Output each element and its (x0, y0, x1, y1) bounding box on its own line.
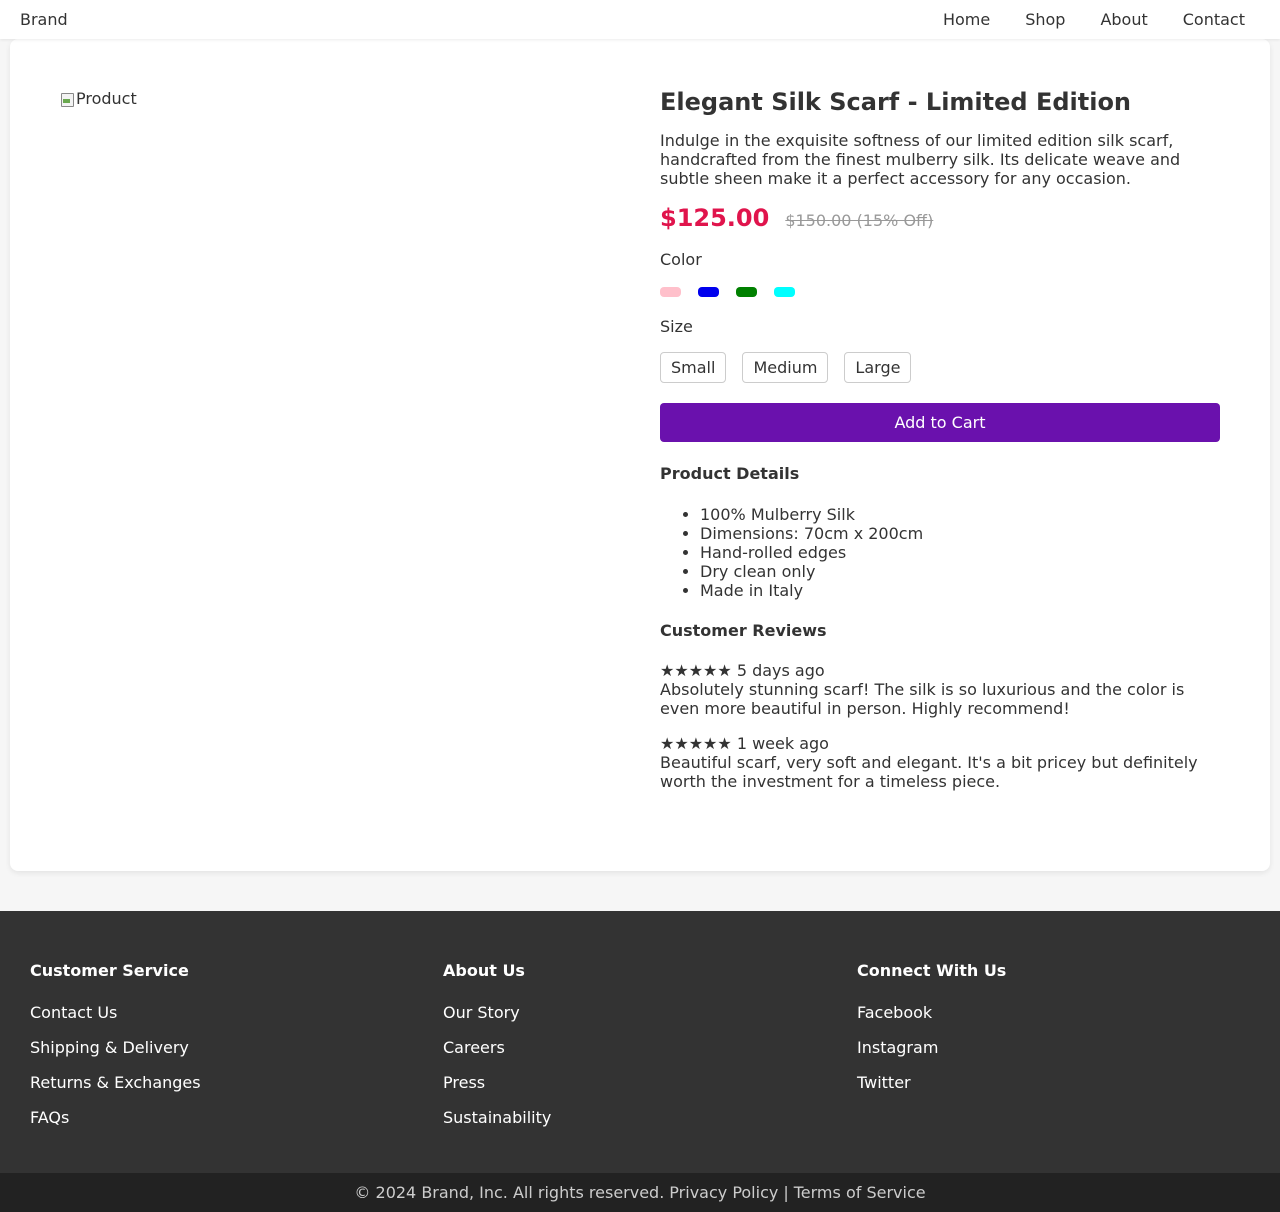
review-text: Absolutely stunning scarf! The silk is s… (660, 680, 1185, 718)
list-item: Hand-rolled edges (700, 543, 1220, 562)
star-rating-icon: ★★★★★ (660, 661, 732, 680)
review-meta: ★★★★★ 1 week ago (660, 734, 1220, 753)
product-image: Product (60, 89, 137, 108)
nav-link-shop[interactable]: Shop (1025, 10, 1065, 29)
list-item: Made in Italy (700, 581, 1220, 600)
color-swatch-pink[interactable] (660, 287, 681, 297)
nav-link-contact[interactable]: Contact (1183, 10, 1245, 29)
list-item: Dimensions: 70cm x 200cm (700, 524, 1220, 543)
footer-column-title: Connect With Us (857, 961, 1007, 980)
size-label: Size (660, 317, 693, 336)
list-item: Dry clean only (700, 562, 1220, 581)
review-meta: ★★★★★ 5 days ago (660, 661, 1220, 680)
product-details-list: 100% Mulberry Silk Dimensions: 70cm x 20… (660, 505, 1220, 600)
footer-separator: | (783, 1183, 789, 1202)
terms-of-service-link[interactable]: Terms of Service (794, 1183, 926, 1202)
broken-image-icon (60, 91, 74, 107)
footer-link-press[interactable]: Press (443, 1073, 551, 1092)
product-image-alt: Product (76, 89, 137, 108)
copyright-text: © 2024 Brand, Inc. All rights reserved. (354, 1183, 665, 1202)
current-price: $125.00 (660, 204, 770, 232)
product-details-heading: Product Details (660, 464, 800, 483)
nav-link-home[interactable]: Home (943, 10, 990, 29)
footer-link-shipping[interactable]: Shipping & Delivery (30, 1038, 201, 1057)
product-title: Elegant Silk Scarf - Limited Edition (660, 88, 1132, 116)
footer-column-customer-service: Customer Service Contact Us Shipping & D… (30, 961, 201, 1127)
footer-column-connect: Connect With Us Facebook Instagram Twitt… (857, 961, 1006, 1092)
footer-link-twitter[interactable]: Twitter (857, 1073, 1006, 1092)
size-large-button[interactable]: Large (844, 352, 912, 383)
site-footer: Customer Service Contact Us Shipping & D… (0, 911, 1280, 1173)
color-swatch-green[interactable] (736, 287, 757, 297)
size-small-button[interactable]: Small (660, 352, 727, 383)
size-medium-button[interactable]: Medium (742, 352, 829, 383)
list-item: 100% Mulberry Silk (700, 505, 1220, 524)
brand-logo[interactable]: Brand (20, 10, 68, 29)
review-item: ★★★★★ 1 week ago Beautiful scarf, very s… (660, 734, 1220, 791)
star-rating-icon: ★★★★★ (660, 734, 732, 753)
color-label: Color (660, 250, 702, 269)
review-date: 1 week ago (736, 734, 829, 753)
footer-column-title: About Us (443, 961, 525, 980)
footer-column-title: Customer Service (30, 961, 189, 980)
color-swatch-blue[interactable] (698, 287, 719, 297)
footer-link-our-story[interactable]: Our Story (443, 1003, 551, 1022)
customer-reviews-heading: Customer Reviews (660, 621, 827, 640)
footer-link-faqs[interactable]: FAQs (30, 1108, 201, 1127)
footer-link-careers[interactable]: Careers (443, 1038, 551, 1057)
top-navbar: Brand Home Shop About Contact (0, 0, 1280, 39)
size-options: Small Medium Large (660, 352, 1220, 383)
footer-link-facebook[interactable]: Facebook (857, 1003, 1006, 1022)
product-description: Indulge in the exquisite softness of our… (660, 131, 1181, 188)
privacy-policy-link[interactable]: Privacy Policy (669, 1183, 778, 1202)
footer-link-instagram[interactable]: Instagram (857, 1038, 1006, 1057)
nav-link-about[interactable]: About (1100, 10, 1147, 29)
product-info: Elegant Silk Scarf - Limited Edition Ind… (660, 87, 1220, 791)
footer-link-returns[interactable]: Returns & Exchanges (30, 1073, 201, 1092)
product-card: Product Elegant Silk Scarf - Limited Edi… (10, 39, 1270, 871)
footer-column-about-us: About Us Our Story Careers Press Sustain… (443, 961, 551, 1127)
review-item: ★★★★★ 5 days ago Absolutely stunning sca… (660, 661, 1220, 718)
price-row: $125.00 $150.00 (15% Off) (660, 204, 1220, 232)
color-swatch-cyan[interactable] (774, 287, 795, 297)
nav-links: Home Shop About Contact (943, 10, 1245, 29)
footer-bottom-bar: © 2024 Brand, Inc. All rights reserved. … (0, 1173, 1280, 1212)
add-to-cart-button[interactable]: Add to Cart (660, 403, 1220, 442)
review-text: Beautiful scarf, very soft and elegant. … (660, 753, 1198, 791)
color-swatches (660, 287, 1220, 297)
review-date: 5 days ago (736, 661, 825, 680)
original-price: $150.00 (15% Off) (785, 211, 934, 230)
footer-link-contact-us[interactable]: Contact Us (30, 1003, 201, 1022)
footer-link-sustainability[interactable]: Sustainability (443, 1108, 551, 1127)
